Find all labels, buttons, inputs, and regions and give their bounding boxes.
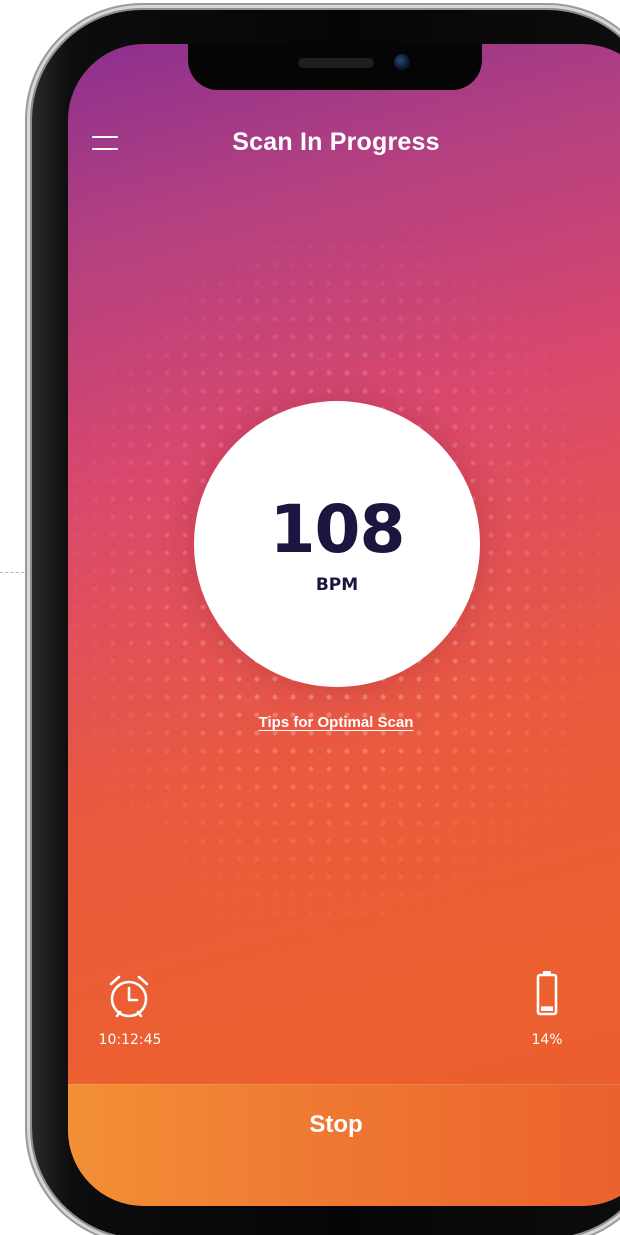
phone-notch [188, 44, 482, 90]
app-stage: Scan In Progress 108 BPM Tips for Optima… [0, 0, 620, 1235]
timer-value: 10:12:45 [98, 1032, 162, 1048]
alarm-clock-icon [109, 975, 149, 1018]
page-title: Scan In Progress [232, 128, 440, 156]
phone-screen: Scan In Progress 108 BPM Tips for Optima… [68, 44, 620, 1206]
front-camera [394, 54, 410, 70]
tips-link[interactable]: Tips for Optimal Scan [68, 714, 604, 731]
battery-percentage: 14% [531, 1032, 563, 1048]
bpm-unit: BPM [315, 575, 359, 595]
battery-icon [536, 971, 558, 1016]
stop-button[interactable]: Stop [68, 1084, 620, 1206]
earpiece-speaker [298, 58, 374, 68]
bpm-value: 108 [269, 491, 406, 568]
battery-fill [541, 1006, 553, 1011]
stop-button-label: Stop [309, 1111, 363, 1138]
bpm-reading-circle: 108 BPM [194, 401, 480, 687]
